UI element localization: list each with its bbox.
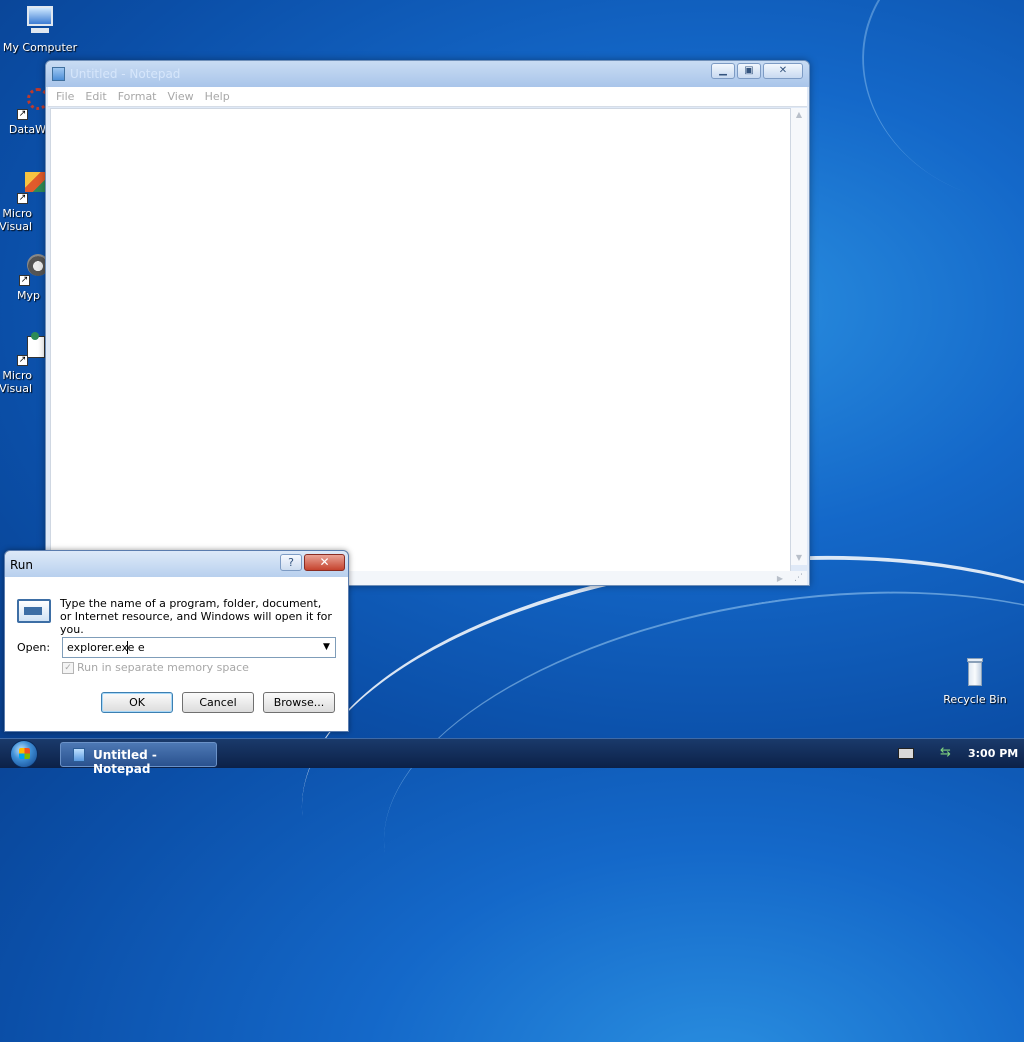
run-titlebar[interactable]: Run ? ✕ [5, 551, 348, 577]
recycle-bin-icon [958, 656, 992, 690]
menu-format[interactable]: Format [116, 87, 166, 106]
desktop-icon-label: My Computer [2, 41, 78, 54]
wallpaper-swoosh [824, 0, 1024, 244]
desktop-icon-label: Recycle Bin [943, 693, 1007, 706]
notepad-title: Untitled - Notepad [70, 67, 181, 81]
scroll-right-icon[interactable]: ▶ [777, 574, 783, 583]
run-description: Type the name of a program, folder, docu… [60, 597, 332, 636]
notepad-text-area[interactable] [50, 108, 791, 579]
menu-edit[interactable]: Edit [83, 87, 115, 106]
resize-grip-icon[interactable]: ⋰ [794, 573, 803, 583]
clock[interactable]: 3:00 PM [968, 747, 1018, 760]
notepad-icon [73, 748, 85, 762]
taskbar-task-label: Untitled - Notepad [93, 748, 157, 776]
notepad-window[interactable]: Untitled - Notepad ▁ ▣ ✕ File Edit Forma… [45, 60, 810, 586]
checkbox-check-icon: ✓ [62, 661, 74, 674]
close-button[interactable]: ✕ [304, 554, 345, 571]
open-combobox[interactable]: explorer.exe e ▼ [62, 637, 336, 658]
run-dialog[interactable]: Run ? ✕ Type the name of a program, fold… [4, 550, 349, 732]
menu-file[interactable]: File [54, 87, 83, 106]
notepad-menubar: File Edit Format View Help [48, 87, 807, 107]
ok-button[interactable]: OK [101, 692, 173, 713]
desktop-icon-recycle-bin[interactable]: Recycle Bin [935, 656, 1015, 706]
shortcut-arrow-icon: ↗ [19, 275, 30, 286]
cancel-button[interactable]: Cancel [182, 692, 254, 713]
shortcut-arrow-icon: ↗ [17, 193, 28, 204]
browse-button[interactable]: Browse... [263, 692, 335, 713]
run-program-icon [17, 599, 51, 623]
notepad-icon [52, 67, 65, 81]
taskbar: Untitled - Notepad ⇆ 3:00 PM [0, 738, 1024, 776]
run-title: Run [10, 558, 34, 572]
raccoon-icon: ↗ [15, 252, 49, 286]
desktop-icon-my-computer[interactable]: My Computer [0, 4, 80, 54]
open-input[interactable]: explorer.exe e [67, 641, 145, 654]
close-button[interactable]: ✕ [763, 63, 803, 79]
computer-icon [23, 4, 57, 38]
scroll-up-icon[interactable]: ▲ [791, 108, 807, 122]
help-button[interactable]: ? [280, 554, 302, 571]
maximize-button[interactable]: ▣ [737, 63, 761, 79]
visual-studio-icon: ↗ [11, 332, 45, 366]
visual-studio-icon: ↗ [11, 170, 45, 204]
keyboard-icon[interactable] [898, 748, 914, 759]
open-label: Open: [17, 641, 51, 654]
chevron-down-icon[interactable]: ▼ [319, 639, 334, 656]
vertical-scrollbar[interactable]: ▲ ▼ [791, 108, 807, 565]
menu-help[interactable]: Help [203, 87, 239, 106]
taskbar-task-notepad[interactable]: Untitled - Notepad [60, 742, 217, 776]
notepad-titlebar[interactable]: Untitled - Notepad ▁ ▣ ✕ [46, 61, 809, 87]
checkbox-label: Run in separate memory space [77, 661, 249, 674]
minimize-button[interactable]: ▁ [711, 63, 735, 79]
start-button[interactable] [10, 740, 38, 768]
network-icon[interactable]: ⇆ [940, 745, 951, 760]
shortcut-arrow-icon: ↗ [17, 109, 28, 120]
shortcut-arrow-icon: ↗ [17, 355, 28, 366]
menu-view[interactable]: View [166, 87, 203, 106]
separate-memory-checkbox[interactable]: ✓ Run in separate memory space [62, 661, 249, 674]
text-caret [127, 641, 128, 654]
scroll-down-icon[interactable]: ▼ [791, 551, 807, 565]
